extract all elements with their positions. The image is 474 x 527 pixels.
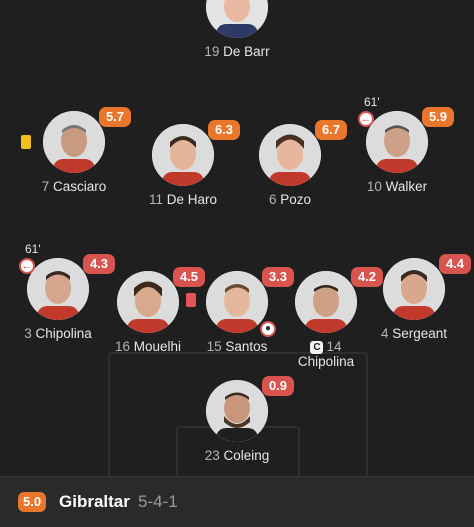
pitch: 19 De Barr 5.7 7 Casciaro 6.3 11 De Haro… — [0, 0, 474, 508]
player-name: 23 Coleing — [204, 448, 270, 463]
player-de-barr[interactable]: 19 De Barr — [172, 0, 302, 59]
player-photo — [259, 124, 321, 186]
player-sergeant[interactable]: 4.4 4 Sergeant — [349, 254, 474, 341]
rating-badge: 5.9 — [422, 107, 454, 127]
substitution-time: 61' — [25, 242, 41, 256]
player-photo — [152, 124, 214, 186]
player-name: 4 Sergeant — [380, 326, 448, 341]
player-photo — [117, 271, 179, 333]
player-photo — [295, 271, 357, 333]
player-photo — [383, 258, 445, 320]
rating-badge: 4.4 — [439, 254, 471, 274]
player-photo — [27, 258, 89, 320]
player-photo — [206, 380, 268, 442]
player-photo — [366, 111, 428, 173]
substitution-time: 61' — [364, 95, 380, 109]
player-photo — [206, 0, 268, 38]
red-card-icon — [186, 293, 196, 307]
team-rating-badge: 5.0 — [18, 492, 47, 512]
substitution-out-icon: ← — [358, 111, 374, 127]
player-name: 19 De Barr — [204, 44, 270, 59]
captain-icon: C — [310, 341, 324, 354]
player-name: 6 Pozo — [268, 192, 312, 207]
team-name: Gibraltar — [59, 492, 130, 511]
player-coleing[interactable]: 0.9 23 Coleing — [172, 376, 302, 463]
player-photo — [43, 111, 105, 173]
formation-label: 5-4-1 — [138, 492, 178, 511]
player-walker[interactable]: 61' ← 5.9 10 Walker — [332, 95, 462, 194]
substitution-out-icon: ← — [19, 258, 35, 274]
player-name: 10 Walker — [366, 179, 428, 194]
team-footer[interactable]: 5.0 Gibraltar 5-4-1 — [0, 476, 474, 527]
player-name: C 14 Chipolina — [297, 339, 355, 369]
yellow-card-icon — [21, 135, 31, 149]
player-photo — [206, 271, 268, 333]
rating-badge: 0.9 — [262, 376, 294, 396]
